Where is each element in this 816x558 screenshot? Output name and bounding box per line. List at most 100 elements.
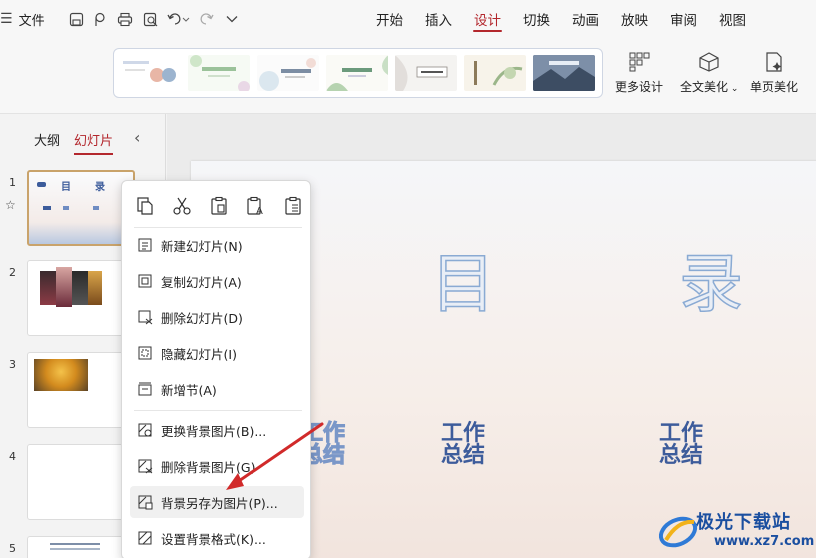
beautify-all-label: 全文美化 ⌄: [680, 80, 739, 94]
menu-item-delete-background[interactable]: 删除背景图片(G): [130, 450, 304, 482]
ribbon-tabs: 开始 插入 设计 切换 动画 放映 审阅 视图: [365, 0, 757, 38]
menu-item-label: 删除背景图片(G): [161, 459, 256, 475]
tab-view[interactable]: 视图: [708, 0, 757, 38]
add-section-icon: [136, 380, 154, 398]
more-design-button[interactable]: 更多设计: [615, 52, 663, 95]
paste-special-icon[interactable]: [282, 195, 304, 217]
menu-item-label: 复制幻灯片(A): [161, 274, 242, 290]
slide-number: 1: [9, 176, 16, 189]
more-design-label: 更多设计: [615, 80, 664, 94]
site-watermark: 极光下载站 www.xz7.com: [656, 506, 816, 556]
print-icon[interactable]: [112, 8, 138, 30]
tab-home[interactable]: 开始: [365, 0, 414, 38]
menu-item-label: 删除幻灯片(D): [161, 310, 243, 326]
page-sparkle-icon: [766, 52, 782, 72]
beautify-all-button[interactable]: 全文美化 ⌄: [680, 52, 738, 95]
single-page-beautify-label: 单页美化: [750, 80, 799, 94]
template-thumbnail[interactable]: [464, 55, 526, 91]
tab-design[interactable]: 设计: [463, 0, 512, 38]
slide-section-label: 工作 总结: [659, 421, 704, 468]
tab-animations[interactable]: 动画: [561, 0, 610, 38]
watermark-logo-icon: [658, 516, 698, 548]
tab-slides[interactable]: 幻灯片: [74, 130, 114, 155]
slide-title-char: 录: [678, 247, 744, 323]
single-page-beautify-button[interactable]: 单页美化: [750, 52, 798, 95]
menu-item-delete-slide[interactable]: 删除幻灯片(D): [130, 301, 304, 333]
paste-icon[interactable]: [208, 195, 230, 217]
collapse-panel-icon[interactable]: ‹: [134, 128, 140, 147]
clipboard-toolbar: A: [134, 195, 304, 217]
duplicate-slide-icon: [136, 272, 154, 290]
template-thumbnail[interactable]: [257, 55, 319, 91]
design-template-gallery: [113, 48, 603, 98]
delete-background-icon: [136, 457, 154, 475]
template-thumbnail[interactable]: [188, 55, 250, 91]
menu-item-label: 新增节(A): [161, 382, 217, 398]
design-ribbon: 更多设计 全文美化 ⌄ 单页美化: [0, 38, 816, 114]
slide-number: 4: [9, 450, 16, 463]
slide-panel-tabs: 大纲 幻灯片: [34, 130, 114, 155]
watermark-name: 极光下载站: [696, 512, 791, 533]
thumb-title-char: 目: [61, 182, 71, 193]
menu-item-replace-background[interactable]: 更换背景图片(B)...: [130, 414, 304, 446]
menu-item-add-section[interactable]: 新增节(A): [130, 373, 304, 405]
redo-icon[interactable]: [194, 8, 220, 30]
menu-divider: [134, 410, 302, 411]
cube-icon: [699, 52, 719, 72]
save-background-icon: [136, 493, 154, 511]
tab-slideshow[interactable]: 放映: [610, 0, 659, 38]
copy-icon[interactable]: [134, 195, 156, 217]
menu-item-label: 更换背景图片(B)...: [161, 423, 267, 439]
slide-thumbnail-2[interactable]: [27, 260, 135, 336]
slide-thumbnail-3[interactable]: [27, 352, 135, 428]
slide-number: 3: [9, 358, 16, 371]
slide-thumbnail-4[interactable]: [27, 444, 135, 520]
export-pdf-icon[interactable]: [86, 8, 112, 30]
watermark-url: www.xz7.com: [714, 534, 815, 549]
chevron-down-icon[interactable]: [220, 8, 244, 30]
cut-icon[interactable]: [171, 195, 193, 217]
slide-number: 5: [9, 542, 16, 555]
tab-transitions[interactable]: 切换: [512, 0, 561, 38]
menu-item-label: 新建幻灯片(N): [161, 238, 243, 254]
template-thumbnail[interactable]: [119, 55, 181, 91]
hamburger-icon: ☰: [0, 11, 13, 27]
file-menu-label: 文件: [18, 13, 45, 29]
tab-outline[interactable]: 大纲: [34, 130, 60, 149]
tab-review[interactable]: 审阅: [659, 0, 708, 38]
hide-slide-icon: [136, 344, 154, 362]
thumb-title-char: 录: [95, 182, 105, 193]
format-background-icon: [136, 529, 154, 547]
slide-context-menu: A 新建幻灯片(N) 复制幻灯片(A) 删除幻灯片(D) 隐藏幻灯片(I) 新增…: [121, 180, 311, 558]
print-preview-icon[interactable]: [138, 8, 164, 30]
delete-slide-icon: [136, 308, 154, 326]
star-icon[interactable]: ☆: [5, 198, 16, 212]
paste-text-icon[interactable]: A: [245, 195, 267, 217]
tab-insert[interactable]: 插入: [414, 0, 463, 38]
slide-thumbnail-1[interactable]: 目 录: [27, 170, 135, 246]
template-thumbnail[interactable]: [395, 55, 457, 91]
menu-bar: ☰ 文件 开始 插入 设计 切换 动画 放映 审阅 视图: [0, 0, 816, 38]
menu-item-label: 设置背景格式(K)...: [161, 531, 266, 547]
svg-text:A: A: [256, 206, 263, 216]
slide-title-char: 目: [430, 247, 496, 323]
grid-icon: [629, 52, 650, 72]
template-thumbnail[interactable]: [533, 55, 595, 91]
menu-item-format-background[interactable]: 设置背景格式(K)...: [130, 522, 304, 554]
save-icon[interactable]: [66, 8, 86, 30]
menu-item-save-background-as-image[interactable]: 背景另存为图片(P)...: [130, 486, 304, 518]
file-menu[interactable]: ☰ 文件: [0, 8, 45, 30]
menu-divider: [134, 227, 302, 228]
slide-thumbnail-5[interactable]: [27, 536, 135, 558]
undo-icon[interactable]: [164, 8, 194, 30]
menu-item-label: 隐藏幻灯片(I): [161, 346, 237, 362]
menu-item-hide-slide[interactable]: 隐藏幻灯片(I): [130, 337, 304, 369]
quick-access-toolbar: [66, 8, 244, 30]
slide-section-label: 工作 总结: [441, 421, 486, 468]
slide-number: 2: [9, 266, 16, 279]
menu-item-duplicate-slide[interactable]: 复制幻灯片(A): [130, 265, 304, 297]
template-thumbnail[interactable]: [326, 55, 388, 91]
menu-item-new-slide[interactable]: 新建幻灯片(N): [130, 229, 304, 261]
menu-item-label: 背景另存为图片(P)...: [161, 495, 278, 511]
new-slide-icon: [136, 236, 154, 254]
